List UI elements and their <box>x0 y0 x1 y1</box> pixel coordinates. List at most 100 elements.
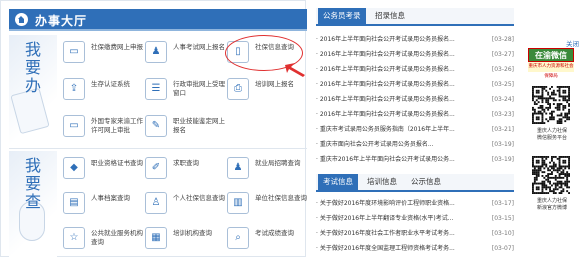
news-title[interactable]: · 2016年上半年面向社会公开考试录用公务员报名... <box>316 109 476 120</box>
news-date: [03-19] <box>491 156 514 163</box>
news-title[interactable]: · 关于做好2016年度全国监理工程师资格考试考务... <box>316 243 476 254</box>
tab-training-info[interactable]: 培训信息 <box>362 174 402 190</box>
news-item[interactable]: · 关于做好2016年度社会工作者职业水平考试考务... [03-10] <box>316 228 514 239</box>
news-item[interactable]: · 关于做好2016年上半年翻译专业资格(水平)考试... [03-15] <box>316 213 514 224</box>
service-label: 职业技能鉴定网上报名 <box>173 117 225 134</box>
news-date: [03-19] <box>491 141 514 148</box>
service-item[interactable]: ⎙ 培训网上报名 <box>227 74 307 104</box>
highlight-arrow-icon <box>285 63 305 77</box>
news-date: [03-27] <box>491 51 514 58</box>
service-item[interactable]: ⇪ 生存认证系统 <box>63 74 143 104</box>
news-date: [03-26] <box>491 66 514 73</box>
news-title[interactable]: · 2016年上半年面向社会公开考试录用公务员报名... <box>316 64 476 75</box>
tab-civil-servant[interactable]: 公务员考录 <box>318 8 366 24</box>
service-label: 培训网上报名 <box>255 80 294 88</box>
service-label: 职业资格证书查询 <box>91 159 143 167</box>
edit-icon: ✐ <box>145 157 167 179</box>
qr-code-wechat <box>532 86 570 124</box>
service-item[interactable]: ♙ 个人社保信息查询 <box>145 188 225 218</box>
news-item[interactable]: · 2016年上半年面向社会公开考试录用公务员报名... [03-27] <box>316 49 514 60</box>
service-label: 社保缴费网上申报 <box>91 43 143 51</box>
person-icon: ♟ <box>145 41 167 63</box>
service-label: 公共就业服务机构查询 <box>91 229 143 246</box>
service-item[interactable]: ⌕ 考试成绩查询 <box>227 223 307 253</box>
service-label: 求职查询 <box>173 159 199 167</box>
service-item[interactable]: ▥ 单位社保信息查询 <box>227 188 307 218</box>
screen-icon: ▭ <box>63 115 85 137</box>
news-title[interactable]: · 关于做好2016年上半年翻译专业资格(水平)考试... <box>316 213 476 224</box>
news-date: [03-17] <box>491 200 514 207</box>
hall-header: 办事大厅 <box>9 9 307 31</box>
news-title[interactable]: · 重庆市2016年上半年面向社会公开考试录用公务... <box>316 154 476 165</box>
service-item[interactable]: ✎ 职业技能鉴定网上报名 <box>145 111 225 141</box>
service-item[interactable]: ◆ 职业资格证书查询 <box>63 153 143 183</box>
service-label: 单位社保信息查询 <box>255 194 307 202</box>
news-title[interactable]: · 2016年上半年面向社会公开考试录用公务员报名... <box>316 49 476 60</box>
hall-title: 办事大厅 <box>35 14 88 28</box>
service-label: 行政审批网上受理窗口 <box>173 80 225 97</box>
service-item[interactable]: ☰ 行政审批网上受理窗口 <box>145 74 225 104</box>
doing-section-label: 我要办 <box>24 40 41 95</box>
news-item[interactable]: · 2016年上半年面向社会公开考试录用公务员报名... [03-23] <box>316 109 514 120</box>
service-label: 外国专家来渝工作许可网上审批 <box>91 117 143 134</box>
tab-exam-info[interactable]: 考试信息 <box>318 174 358 190</box>
service-label: 培训机构查询 <box>173 229 212 237</box>
news-title[interactable]: · 2016年上半年面向社会公开考试录用公务员报名... <box>316 79 476 90</box>
wechat-badge[interactable]: 在渝微信 <box>528 48 574 62</box>
news-date: [03-25] <box>491 81 514 88</box>
tab-public-notice[interactable]: 公示信息 <box>406 174 446 190</box>
search-icon: ⌕ <box>227 227 249 249</box>
monitor-icon: ▭ <box>63 41 85 63</box>
news-item[interactable]: · 重庆市2016年上半年面向社会公开考试录用公务... [03-19] <box>316 154 514 165</box>
news-bottom-tabs: 考试信息 培训信息 公示信息 <box>316 174 514 192</box>
service-item[interactable]: ♟ 人事考试网上报名 <box>145 37 225 67</box>
news-title[interactable]: · 关于做好2016年度环境影响评价工程师职业资格... <box>316 198 476 209</box>
document-icon: ☰ <box>145 78 167 100</box>
inbox-icon: ▤ <box>63 192 85 214</box>
news-date: [03-10] <box>491 230 514 237</box>
news-item[interactable]: · 重庆市考试录用公务员服务指南（2016年上半年... [03-21] <box>316 124 514 135</box>
service-item[interactable]: ✐ 求职查询 <box>145 153 225 183</box>
pencil-icon: ✎ <box>145 115 167 137</box>
home-icon <box>15 13 28 26</box>
star-icon: ☆ <box>63 227 85 249</box>
qr-weibo-caption: 重庆人力社保 新浪官方微博 <box>536 198 567 211</box>
printer-icon: ⎙ <box>227 78 249 100</box>
query-section-label: 我要查 <box>24 156 41 211</box>
news-title[interactable]: · 2016年上半年面向社会公开考试录用公务员报名... <box>316 34 476 45</box>
tab-recruitment[interactable]: 招录信息 <box>370 8 410 24</box>
service-label: 人事考试网上报名 <box>173 43 225 51</box>
news-item[interactable]: · 2016年上半年面向社会公开考试录用公务员报名... [03-24] <box>316 94 514 105</box>
upload-icon: ⇪ <box>63 78 85 100</box>
news-date: [03-24] <box>491 96 514 103</box>
service-item[interactable]: ▭ 社保缴费网上申报 <box>63 37 143 67</box>
service-item[interactable]: ♟ 就业局招聘查询 <box>227 153 307 183</box>
news-item[interactable]: · 2016年上半年面向社会公开考试录用公务员报名... [03-28] <box>316 34 514 45</box>
news-title[interactable]: · 重庆市考试录用公务员服务指南（2016年上半年... <box>316 124 476 135</box>
service-hall-panel: 办事大厅 我要办 我要查 ▭ 社保缴费网上申报 ♟ 人事考试网上报名 ▯ 社保信息查询 ⇪ 生… <box>0 0 307 257</box>
wechat-badge-sub: 重庆市人力资源和社会保障局 <box>528 62 574 79</box>
service-item[interactable]: ▭ 外国专家来渝工作许可网上审批 <box>63 111 143 141</box>
news-panel: 公务员考录 招录信息 · 2016年上半年面向社会公开考试录用公务员报名... [… <box>316 0 514 257</box>
service-label: 个人社保信息查询 <box>173 194 225 202</box>
news-title[interactable]: · 2016年上半年面向社会公开考试录用公务员报名... <box>316 94 476 105</box>
news-date: [03-15] <box>491 215 514 222</box>
people-icon: ♟ <box>227 157 249 179</box>
news-title[interactable]: · 关于做好2016年度社会工作者职业水平考试考务... <box>316 228 476 239</box>
news-item[interactable]: · 重庆市面向社会公开考试录用公务员报名... [03-19] <box>316 139 514 150</box>
news-item[interactable]: · 关于做好2016年度环境影响评价工程师职业资格... [03-17] <box>316 198 514 209</box>
building-icon: ▥ <box>227 192 249 214</box>
qr-code-weibo <box>532 156 570 194</box>
news-item[interactable]: · 2016年上半年面向社会公开考试录用公务员报名... [03-25] <box>316 79 514 90</box>
service-item[interactable]: ▦ 培训机构查询 <box>145 223 225 253</box>
news-item[interactable]: · 2016年上半年面向社会公开考试录用公务员报名... [03-26] <box>316 64 514 75</box>
close-link[interactable]: 关闭 <box>566 38 579 48</box>
news-top-tabs: 公务员考录 招录信息 <box>316 8 514 26</box>
service-label: 人事档案查询 <box>91 194 130 202</box>
news-title[interactable]: · 重庆市面向社会公开考试录用公务员报名... <box>316 139 476 150</box>
service-label: 考试成绩查询 <box>255 229 294 237</box>
news-date: [03-21] <box>491 126 514 133</box>
service-item[interactable]: ▤ 人事档案查询 <box>63 188 143 218</box>
news-item[interactable]: · 关于做好2016年度全国监理工程师资格考试考务... [03-07] <box>316 243 514 254</box>
service-item[interactable]: ☆ 公共就业服务机构查询 <box>63 223 143 253</box>
